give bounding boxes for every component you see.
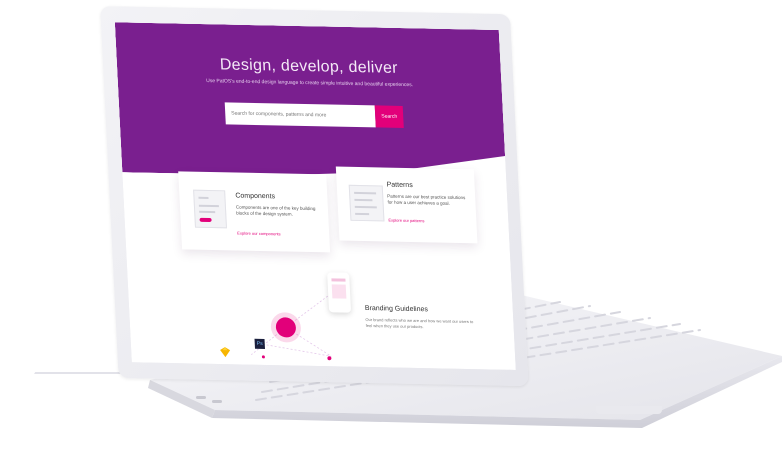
photoshop-icon: Ps bbox=[255, 339, 266, 349]
sketch-icon bbox=[219, 346, 232, 358]
laptop-screen: Design, develop, deliver Use PatOS's end… bbox=[100, 6, 529, 387]
website-display: Design, develop, deliver Use PatOS's end… bbox=[115, 22, 516, 370]
branding-title: Branding Guidelines bbox=[364, 305, 429, 314]
logo-icon bbox=[275, 317, 296, 337]
branding-text: Our brand reflects who we are and how we… bbox=[365, 317, 474, 330]
trackpad-notch bbox=[596, 406, 662, 414]
laptop-scene: Design, develop, deliver Use PatOS's end… bbox=[0, 0, 784, 474]
branding-illustration bbox=[115, 22, 516, 370]
phone-mockup bbox=[327, 272, 351, 312]
